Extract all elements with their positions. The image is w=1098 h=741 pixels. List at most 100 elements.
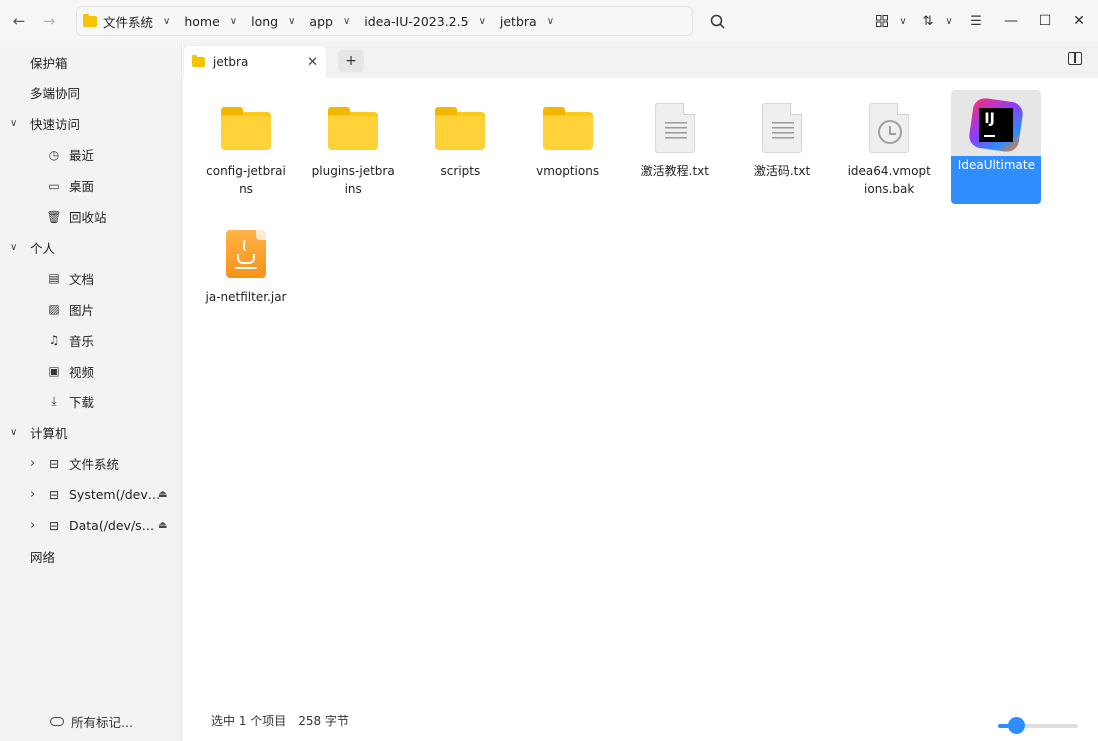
file-name: IdeaUltimate — [951, 156, 1042, 204]
chevron-down-icon[interactable]: ∨ — [10, 427, 17, 438]
sidebar-item[interactable]: ∨ 个人 — [0, 233, 182, 261]
sidebar-item[interactable]: › ⊟ Data(/dev/s… ⏏ — [0, 512, 182, 540]
chevron-down-icon[interactable]: ∨ — [343, 16, 350, 27]
sidebar-item[interactable]: ∨ 快速访问 — [0, 110, 182, 138]
all-tags-button[interactable]: 所有标记... — [50, 712, 133, 731]
sidebar-item-label: 快速访问 — [30, 117, 81, 133]
sidebar-item-label: 下载 — [69, 395, 95, 411]
file-item[interactable]: scripts — [415, 90, 505, 198]
sidebar-item[interactable]: ⤓ 下载 — [0, 388, 182, 416]
forward-arrow-icon[interactable]: → — [34, 6, 64, 36]
search-icon[interactable] — [703, 7, 731, 35]
zoom-slider[interactable] — [998, 717, 1078, 734]
minimize-icon[interactable]: — — [994, 0, 1028, 42]
breadcrumb-3[interactable]: app ∨ — [309, 7, 364, 35]
sidebar-item-label: Data(/dev/s… — [69, 518, 155, 533]
music-icon: ♫ — [48, 333, 60, 348]
sidebar-item-label: 桌面 — [69, 179, 95, 195]
chevron-down-icon[interactable]: ∨ — [10, 118, 17, 129]
text-file-icon — [752, 98, 812, 158]
sidebar-item[interactable]: › ⊟ System(/dev… ⏏ — [0, 481, 182, 509]
chevron-right-icon[interactable]: › — [30, 456, 35, 471]
split-view-icon[interactable] — [1068, 52, 1082, 65]
grid-view-icon[interactable] — [870, 9, 894, 33]
desktop-icon: ▭ — [48, 178, 60, 193]
java-jar-icon — [216, 224, 276, 284]
sidebar-item-label: 多端协同 — [30, 86, 81, 102]
chevron-right-icon[interactable]: › — [30, 487, 35, 502]
view-options-chevron-icon[interactable]: ∨ — [894, 9, 912, 33]
sidebar-item[interactable]: ∨ 计算机 — [0, 419, 182, 447]
chevron-down-icon[interactable]: ∨ — [479, 16, 486, 27]
file-item[interactable]: idea64.vmoptions.bak — [844, 90, 934, 198]
breadcrumb-4[interactable]: idea-IU-2023.2.5 ∨ — [364, 7, 500, 35]
file-item[interactable]: ja-netfilter.jar — [201, 216, 291, 324]
breadcrumb-5[interactable]: jetbra ∨ — [500, 7, 568, 35]
sidebar-item[interactable]: ◷ 最近 — [0, 141, 182, 169]
backup-file-icon — [859, 98, 919, 158]
file-name: vmoptions — [536, 164, 600, 178]
tab-jetbra[interactable]: jetbra ✕ — [184, 46, 326, 78]
breadcrumb-label: 文件系统 — [103, 14, 154, 30]
intellij-idea-icon: IJ — [966, 96, 1026, 154]
breadcrumb-2[interactable]: long ∨ — [251, 7, 309, 35]
close-tab-icon[interactable]: ✕ — [307, 55, 318, 70]
document-icon: ▤ — [48, 271, 60, 286]
maximize-icon[interactable]: ☐ — [1028, 0, 1062, 42]
video-icon: ▣ — [48, 364, 60, 378]
file-item[interactable]: 激活教程.txt — [630, 90, 720, 198]
sidebar-item[interactable]: 网络 — [0, 542, 182, 570]
file-name: plugins-jetbrains — [311, 164, 395, 196]
sidebar-item[interactable]: ▤ 文档 — [0, 264, 182, 292]
file-item[interactable]: plugins-jetbrains — [308, 90, 398, 198]
zoom-slider-handle[interactable] — [1007, 717, 1025, 734]
sort-icon[interactable]: ⇅ — [916, 9, 940, 33]
sidebar-item[interactable]: ▭ 桌面 — [0, 172, 182, 200]
breadcrumb-label: long — [251, 13, 279, 29]
breadcrumb-label: app — [309, 13, 333, 29]
sort-options-chevron-icon[interactable]: ∨ — [940, 9, 958, 33]
sidebar-item[interactable]: 多端协同 — [0, 79, 182, 107]
close-icon[interactable]: ✕ — [1062, 0, 1096, 42]
menu-icon[interactable]: ☰ — [964, 9, 988, 33]
breadcrumb-1[interactable]: home ∨ — [184, 7, 251, 35]
back-arrow-icon[interactable]: ← — [4, 6, 34, 36]
file-name: idea64.vmoptions.bak — [847, 164, 931, 196]
file-item[interactable]: vmoptions — [523, 90, 613, 198]
file-name: 激活码.txt — [753, 164, 811, 178]
new-tab-button[interactable]: + — [338, 50, 364, 72]
breadcrumb-0[interactable]: 文件系统 ∨ — [83, 7, 184, 35]
eject-icon[interactable]: ⏏ — [158, 520, 167, 531]
chevron-right-icon[interactable]: › — [30, 518, 35, 533]
tab-bar: jetbra ✕ + — [183, 42, 1098, 78]
download-icon: ⤓ — [51, 394, 57, 409]
file-item[interactable]: IJ IdeaUltimate — [951, 90, 1042, 204]
drive-icon: ⊟ — [48, 518, 60, 533]
tag-icon — [50, 717, 64, 726]
file-item[interactable]: 激活码.txt — [737, 90, 827, 198]
selection-count: 选中 1 个项目 — [211, 714, 287, 728]
image-icon: ▨ — [48, 302, 60, 317]
chevron-down-icon[interactable]: ∨ — [547, 16, 554, 27]
sidebar-item[interactable]: › ⊟ 文件系统 — [0, 450, 182, 478]
chevron-down-icon[interactable]: ∨ — [288, 16, 295, 27]
sidebar-item-label: 文档 — [69, 271, 95, 287]
tab-label: jetbra — [213, 55, 249, 69]
sidebar-item[interactable]: ▣ 视频 — [0, 357, 182, 385]
folder-icon — [192, 55, 205, 67]
address-bar[interactable]: 文件系统 ∨ home ∨ long ∨ app ∨ idea-IU-2023.2.5 ∨ jetb… — [76, 6, 693, 36]
eject-icon[interactable]: ⏏ — [158, 489, 167, 500]
sidebar-item[interactable]: ▨ 图片 — [0, 295, 182, 323]
chevron-down-icon[interactable]: ∨ — [10, 242, 17, 253]
sidebar-item[interactable]: 🗑 回收站 — [0, 203, 182, 231]
chevron-down-icon[interactable]: ∨ — [230, 16, 237, 27]
sidebar-item[interactable]: ♫ 音乐 — [0, 326, 182, 354]
file-item[interactable]: config-jetbrains — [201, 90, 291, 198]
chevron-down-icon[interactable]: ∨ — [163, 16, 170, 27]
folder-icon — [538, 98, 598, 158]
sidebar-item-label: 图片 — [69, 302, 95, 318]
sidebar-item[interactable]: 保护箱 — [0, 48, 182, 76]
sidebar-item-label: 保护箱 — [30, 55, 68, 71]
trash-icon: 🗑 — [46, 209, 62, 224]
sidebar: 所有标记... 保护箱多端协同 ∨ 快速访问 ◷ 最近 ▭ 桌面 🗑 回收站 ∨ 个人 ▤ 文档 ▨ 图片 ♫… — [0, 42, 182, 741]
